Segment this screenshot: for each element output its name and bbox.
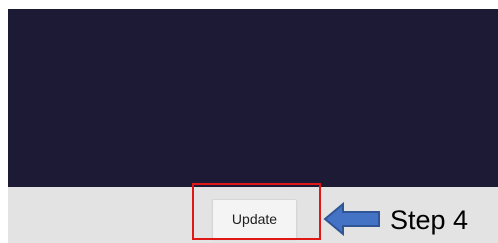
step-label: Step 4: [390, 205, 469, 235]
left-arrow-icon: [323, 202, 380, 236]
screenshot-frame: Update Step 4: [0, 0, 498, 243]
content-panel: [8, 9, 498, 187]
update-button[interactable]: Update: [212, 199, 297, 239]
